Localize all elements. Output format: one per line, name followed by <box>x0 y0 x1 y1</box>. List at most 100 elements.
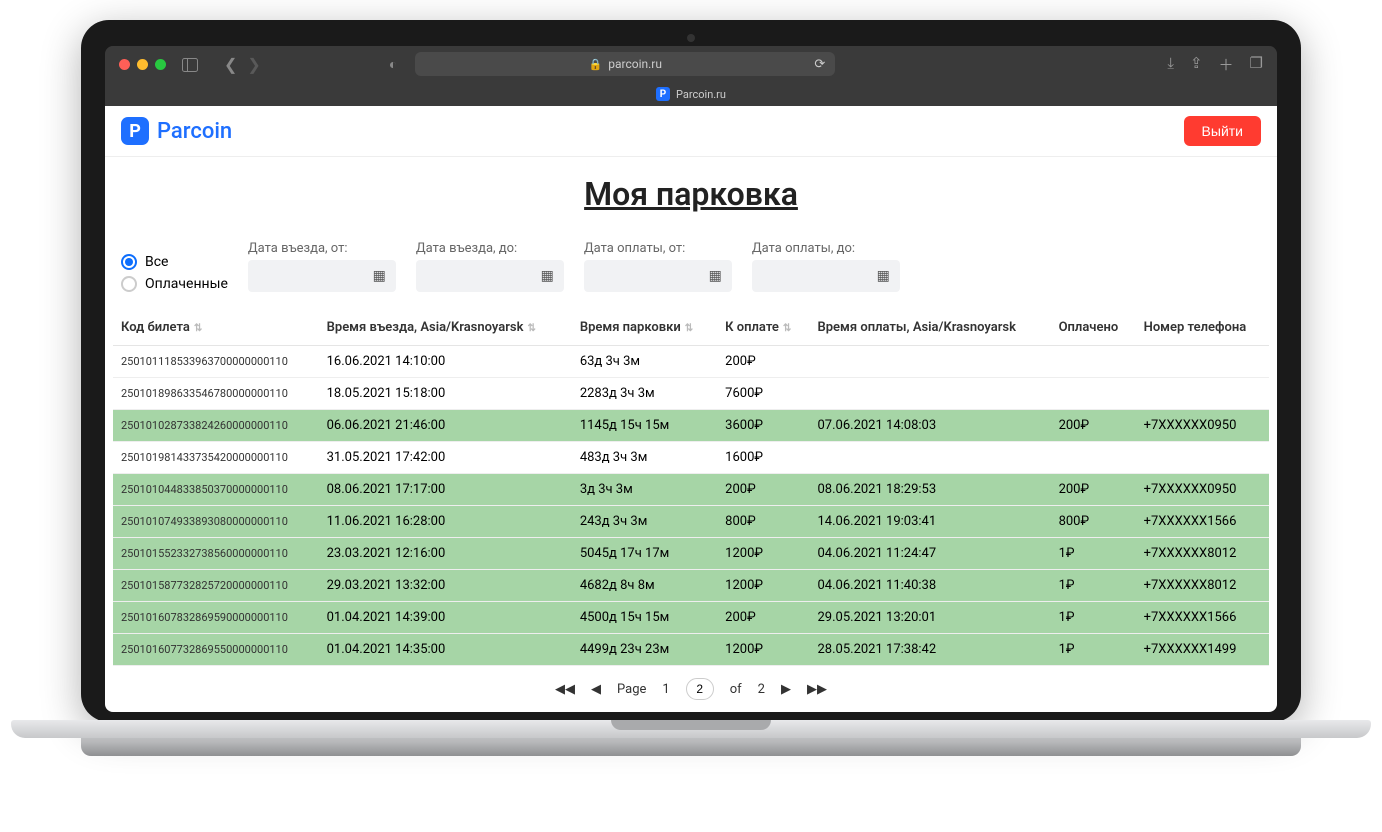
date-in-from-label: Дата въезда, от: <box>248 241 396 256</box>
cell-parking: 2283д 3ч 3м <box>572 378 717 410</box>
col-paid[interactable]: Оплачено <box>1051 310 1136 346</box>
tab-strip: P Parcoin.ru <box>105 82 1277 106</box>
col-pay-time[interactable]: Время оплаты, Asia/Krasnoyarsk <box>809 310 1050 346</box>
cell-entry: 29.03.2021 13:32:00 <box>319 570 572 602</box>
address-bar[interactable]: 🔒 parcoin.ru ⟳ <box>415 52 835 76</box>
brand-name: Parcoin <box>157 119 232 144</box>
radio-checked-icon <box>121 254 137 270</box>
cell-parking: 483д 3ч 3м <box>572 442 717 474</box>
filter-paid-label: Оплаченные <box>145 276 228 292</box>
cell-paid-amount: 1₽ <box>1051 538 1136 570</box>
reload-icon[interactable]: ⟳ <box>814 57 825 72</box>
parking-table: Код билета⇅ Время въезда, Asia/Krasnoyar… <box>113 310 1269 666</box>
cell-parking: 4682д 8ч 8м <box>572 570 717 602</box>
table-row[interactable]: 25010104483385037000000011008.06.2021 17… <box>113 474 1269 506</box>
col-ticket[interactable]: Код билета⇅ <box>113 310 319 346</box>
col-parking[interactable]: Время парковки⇅ <box>572 310 717 346</box>
table-row[interactable]: 25010111853396370000000011016.06.2021 14… <box>113 346 1269 378</box>
cell-ticket: 250101587732825720000000110 <box>113 570 319 602</box>
date-pay-from-label: Дата оплаты, от: <box>584 241 732 256</box>
cell-ticket: 250101044833850370000000110 <box>113 474 319 506</box>
cell-ticket: 250101118533963700000000110 <box>113 346 319 378</box>
cell-entry: 16.06.2021 14:10:00 <box>319 346 572 378</box>
next-page-button[interactable]: ▶ <box>781 682 791 697</box>
downloads-icon[interactable]: ⤓ <box>1167 54 1174 75</box>
logo-icon: P <box>121 117 149 145</box>
cell-phone: +7XXXXXX1566 <box>1136 602 1269 634</box>
filter-all-radio[interactable]: Все <box>121 254 228 270</box>
tabs-overview-icon[interactable]: ❐ <box>1250 54 1263 75</box>
share-icon[interactable]: ⇪ <box>1190 54 1203 75</box>
logout-button[interactable]: Выйти <box>1184 116 1261 146</box>
last-page-button[interactable]: ▶▶ <box>807 682 827 697</box>
browser-toolbar: ❮ ❯ ◐ 🔒 parcoin.ru ⟳ ⤓ ⇪ ＋ ❐ <box>105 46 1277 82</box>
calendar-icon: ▦ <box>877 268 890 284</box>
cell-due: 1200₽ <box>717 538 809 570</box>
table-row[interactable]: 25010102873382426000000011006.06.2021 21… <box>113 410 1269 442</box>
col-due[interactable]: К оплате⇅ <box>717 310 809 346</box>
camera-dot <box>687 34 695 42</box>
tab-favicon: P <box>656 87 670 101</box>
date-pay-to-label: Дата оплаты, до: <box>752 241 900 256</box>
cell-pay-time <box>809 346 1050 378</box>
filter-paid-radio[interactable]: Оплаченные <box>121 276 228 292</box>
cell-paid-amount <box>1051 378 1136 410</box>
cell-pay-time: 28.05.2021 17:38:42 <box>809 634 1050 666</box>
table-row[interactable]: 25010160783286959000000011001.04.2021 14… <box>113 602 1269 634</box>
cell-paid-amount <box>1051 442 1136 474</box>
cell-entry: 31.05.2021 17:42:00 <box>319 442 572 474</box>
date-pay-to-input[interactable]: ▦ <box>752 260 900 292</box>
table-row[interactable]: 25010158773282572000000011029.03.2021 13… <box>113 570 1269 602</box>
cell-paid-amount: 200₽ <box>1051 474 1136 506</box>
laptop-notch <box>611 720 771 730</box>
close-window-button[interactable] <box>119 59 130 70</box>
maximize-window-button[interactable] <box>155 59 166 70</box>
back-button[interactable]: ❮ <box>224 55 237 74</box>
cell-parking: 243д 3ч 3м <box>572 506 717 538</box>
cell-parking: 4499д 23ч 23м <box>572 634 717 666</box>
minimize-window-button[interactable] <box>137 59 148 70</box>
privacy-shield-icon[interactable]: ◐ <box>389 56 397 73</box>
sort-icon: ⇅ <box>685 323 693 334</box>
date-in-to-input[interactable]: ▦ <box>416 260 564 292</box>
cell-due: 200₽ <box>717 474 809 506</box>
forward-button[interactable]: ❯ <box>247 55 260 74</box>
calendar-icon: ▦ <box>709 268 722 284</box>
date-pay-from-input[interactable]: ▦ <box>584 260 732 292</box>
cell-ticket: 250101607732869550000000110 <box>113 634 319 666</box>
cell-pay-time: 14.06.2021 19:03:41 <box>809 506 1050 538</box>
cell-phone: +7XXXXXX0950 <box>1136 410 1269 442</box>
cell-parking: 4500д 15ч 15м <box>572 602 717 634</box>
table-row[interactable]: 25010198143373542000000011031.05.2021 17… <box>113 442 1269 474</box>
cell-pay-time <box>809 442 1050 474</box>
table-row[interactable]: 25010189863354678000000011018.05.2021 15… <box>113 378 1269 410</box>
cell-due: 3600₽ <box>717 410 809 442</box>
radio-unchecked-icon <box>121 276 137 292</box>
first-page-button[interactable]: ◀◀ <box>555 682 575 697</box>
cell-entry: 11.06.2021 16:28:00 <box>319 506 572 538</box>
col-phone[interactable]: Номер телефона <box>1136 310 1269 346</box>
date-in-from-input[interactable]: ▦ <box>248 260 396 292</box>
table-row[interactable]: 25010160773286955000000011001.04.2021 14… <box>113 634 1269 666</box>
pagination: ◀◀ ◀ Page 1 of 2 ▶ ▶▶ <box>105 666 1277 712</box>
tab-title[interactable]: Parcoin.ru <box>676 88 726 101</box>
table-row[interactable]: 25010155233273856000000011023.03.2021 12… <box>113 538 1269 570</box>
cell-entry: 06.06.2021 21:46:00 <box>319 410 572 442</box>
brand-logo[interactable]: P Parcoin <box>121 117 232 145</box>
address-text: parcoin.ru <box>608 57 662 71</box>
cell-phone <box>1136 346 1269 378</box>
page-input[interactable] <box>686 678 714 700</box>
table-row[interactable]: 25010107493389308000000011011.06.2021 16… <box>113 506 1269 538</box>
cell-paid-amount: 1₽ <box>1051 570 1136 602</box>
cell-ticket: 250101074933893080000000110 <box>113 506 319 538</box>
cell-phone: +7XXXXXX1499 <box>1136 634 1269 666</box>
cell-ticket: 250101981433735420000000110 <box>113 442 319 474</box>
col-entry[interactable]: Время въезда, Asia/Krasnoyarsk⇅ <box>319 310 572 346</box>
prev-page-button[interactable]: ◀ <box>591 682 601 697</box>
cell-entry: 23.03.2021 12:16:00 <box>319 538 572 570</box>
of-label: of <box>730 682 742 697</box>
cell-pay-time: 04.06.2021 11:24:47 <box>809 538 1050 570</box>
cell-parking: 5045д 17ч 17м <box>572 538 717 570</box>
sidebar-toggle-icon[interactable] <box>182 57 198 71</box>
new-tab-icon[interactable]: ＋ <box>1219 54 1234 75</box>
